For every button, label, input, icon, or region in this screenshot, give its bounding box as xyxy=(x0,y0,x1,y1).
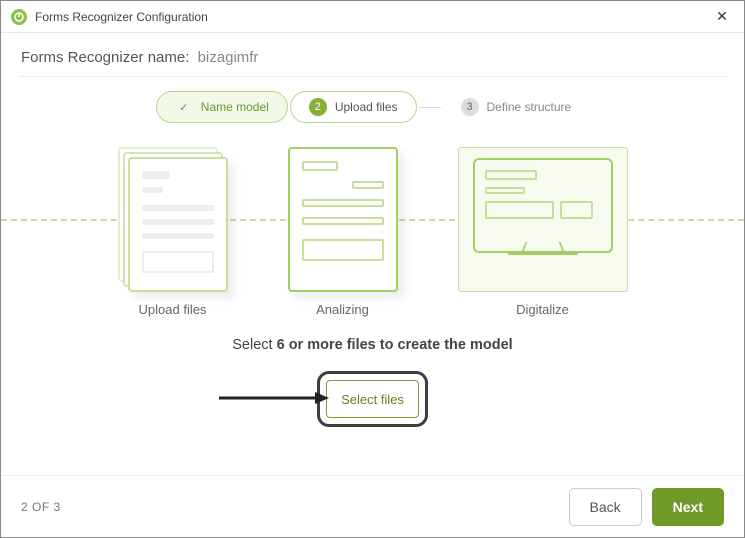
check-icon: ✓ xyxy=(175,98,193,116)
card-caption: Upload files xyxy=(139,302,207,317)
step-number: 2 xyxy=(309,98,327,116)
card-caption: Digitalize xyxy=(516,302,569,317)
instruction-prefix: Select xyxy=(232,337,276,353)
instruction-bold: 6 or more files to create the model xyxy=(277,337,513,353)
page-indicator: 2 OF 3 xyxy=(21,500,559,514)
step-separator xyxy=(419,107,441,108)
annotation-highlight: Select files xyxy=(317,371,428,427)
select-files-row: Select files xyxy=(1,371,744,427)
document-outline-icon xyxy=(288,147,398,292)
card-caption: Analizing xyxy=(316,302,369,317)
card-upload-files: Upload files xyxy=(118,147,228,317)
step-label: Define structure xyxy=(487,100,572,114)
name-value: bizagimfr xyxy=(198,49,259,66)
step-name-model[interactable]: ✓ Name model xyxy=(156,91,288,123)
select-files-button[interactable]: Select files xyxy=(326,380,419,418)
illustration-row: Upload files Analizing xyxy=(1,147,744,337)
divider xyxy=(19,76,726,77)
step-label: Upload files xyxy=(335,100,398,114)
step-define-structure: 3 Define structure xyxy=(443,92,590,122)
step-label: Name model xyxy=(201,100,269,114)
close-icon[interactable]: ✕ xyxy=(710,8,734,25)
app-icon xyxy=(11,9,27,25)
card-digitalize: Digitalize xyxy=(458,147,628,317)
back-button[interactable]: Back xyxy=(569,488,642,526)
wizard-footer: 2 OF 3 Back Next xyxy=(1,475,744,537)
name-label: Forms Recognizer name: xyxy=(21,49,189,66)
next-button[interactable]: Next xyxy=(652,488,724,526)
recognizer-name-row: Forms Recognizer name: bizagimfr xyxy=(1,33,744,76)
step-upload-files[interactable]: 2 Upload files xyxy=(290,91,417,123)
step-number: 3 xyxy=(461,98,479,116)
window-title: Forms Recognizer Configuration xyxy=(35,10,710,24)
instruction-text: Select 6 or more files to create the mod… xyxy=(1,337,744,353)
card-analyzing: Analizing xyxy=(288,147,398,317)
annotation-arrow-icon xyxy=(219,391,329,405)
monitor-icon xyxy=(458,147,628,292)
title-bar: Forms Recognizer Configuration ✕ xyxy=(1,1,744,33)
document-stack-icon xyxy=(118,147,228,292)
wizard-stepper: ✓ Name model 2 Upload files 3 Define str… xyxy=(1,91,744,123)
